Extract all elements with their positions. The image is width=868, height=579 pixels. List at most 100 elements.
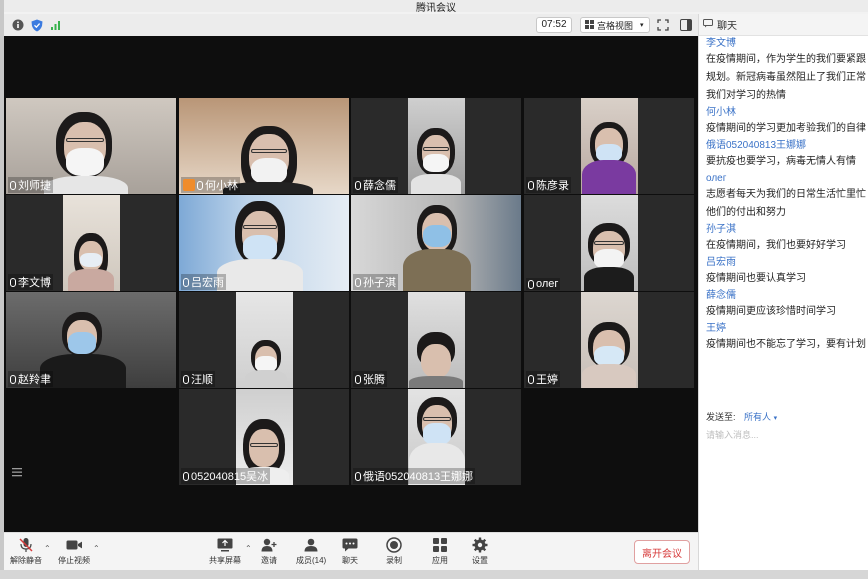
participant-label: 俄语052040813王娜娜 bbox=[353, 468, 476, 484]
participant-name: 李文博 bbox=[18, 277, 51, 289]
video-tile[interactable]: 王婷 bbox=[524, 292, 694, 388]
sender-name[interactable]: 孙子淇 bbox=[706, 222, 868, 237]
chat-button[interactable]: 聊天 bbox=[342, 537, 358, 566]
title-bar: 腾讯会议 bbox=[4, 0, 868, 14]
chevron-up-icon[interactable]: ⌃ bbox=[245, 544, 252, 553]
mic-icon bbox=[10, 277, 16, 287]
unmute-button[interactable]: 解除静音 bbox=[10, 537, 42, 566]
user-icon bbox=[303, 537, 319, 553]
signal-icon[interactable] bbox=[49, 18, 63, 32]
invite-label: 邀请 bbox=[261, 556, 277, 565]
message-text: 在疫情期间，我们也要好好学习 bbox=[706, 240, 846, 251]
recipient-dropdown[interactable]: 所有人 ▾ bbox=[744, 412, 777, 422]
share-screen-icon bbox=[217, 537, 233, 553]
chevron-up-icon[interactable]: ⌃ bbox=[93, 544, 100, 553]
invite-button[interactable]: 邀请 bbox=[261, 537, 277, 566]
video-tile[interactable]: 孙子淇 bbox=[351, 195, 521, 291]
participant-label: 张腾 bbox=[353, 371, 387, 387]
message-text: 规划。新冠病毒虽然阻止了我们正常 bbox=[706, 72, 866, 83]
desktop-bottom-edge bbox=[0, 570, 868, 579]
mic-muted-icon bbox=[18, 537, 34, 553]
video-tile[interactable]: 赵羚聿 bbox=[6, 292, 176, 388]
participant-name: 陈彦录 bbox=[536, 180, 569, 192]
message-text: 疫情期间也不能忘了学习，要有计划 bbox=[706, 339, 866, 350]
video-tile[interactable]: 李文博 bbox=[6, 195, 176, 291]
message-text: 疫情期间的学习更加考验我们的自律 bbox=[706, 123, 866, 134]
participant-label: 陈彦录 bbox=[526, 177, 571, 193]
mic-icon bbox=[183, 374, 189, 384]
video-tile[interactable]: 薛念儒 bbox=[351, 98, 521, 194]
record-icon bbox=[386, 537, 402, 553]
chat-message: 吕宏雨 疫情期间也要认真学习 bbox=[706, 255, 868, 288]
participant-label: 孙子淇 bbox=[353, 274, 398, 290]
video-tile[interactable]: 刘师捷 bbox=[6, 98, 176, 194]
video-tile[interactable]: олег bbox=[524, 195, 694, 291]
settings-button[interactable]: 设置 bbox=[472, 537, 488, 566]
participant-label: 汪顺 bbox=[181, 371, 215, 387]
participant-label: 王婷 bbox=[526, 371, 560, 387]
message-text: 在疫情期间，作为学生的我们要紧跟 bbox=[706, 54, 866, 65]
sender-name[interactable]: 何小林 bbox=[706, 105, 868, 120]
mic-icon bbox=[355, 374, 361, 384]
meeting-toolbar: 解除静音 ⌃ 停止视频 ⌃ 共享屏幕 ⌃ 邀请 成员(14) 聊天 录制 应用 … bbox=[4, 532, 698, 570]
participant-name: 王婷 bbox=[536, 374, 558, 386]
fullscreen-icon[interactable] bbox=[656, 18, 670, 32]
window-title: 腾讯会议 bbox=[416, 3, 456, 14]
view-mode-dropdown[interactable]: 宫格视图 ▾ bbox=[580, 17, 650, 33]
participant-name: 何小林 bbox=[205, 180, 238, 192]
sender-name[interactable]: 薛念儒 bbox=[706, 288, 868, 303]
share-screen-button[interactable]: 共享屏幕 bbox=[209, 537, 241, 566]
list-icon[interactable] bbox=[12, 464, 22, 477]
participant-name: 赵羚聿 bbox=[18, 374, 51, 386]
chat-icon bbox=[703, 18, 713, 31]
unmute-label: 解除静音 bbox=[10, 556, 42, 565]
participant-label: 何小林 bbox=[181, 177, 240, 193]
mic-icon bbox=[355, 277, 361, 287]
participant-name: 吕宏雨 bbox=[191, 277, 224, 289]
video-tile[interactable]: 吕宏雨 bbox=[179, 195, 349, 291]
view-mode-label: 宫格视图 bbox=[597, 20, 634, 31]
sender-name[interactable]: 吕宏雨 bbox=[706, 255, 868, 270]
chat-message: 李文博 在疫情期间，作为学生的我们要紧跟 规划。新冠病毒虽然阻止了我们正常 我们… bbox=[706, 36, 868, 105]
record-label: 录制 bbox=[386, 556, 402, 565]
chat-label: 聊天 bbox=[342, 556, 358, 565]
add-user-icon bbox=[261, 537, 277, 553]
video-tile[interactable]: 052040815吴冰 bbox=[179, 389, 349, 485]
sender-name[interactable]: олег bbox=[706, 171, 868, 186]
stop-video-label: 停止视频 bbox=[58, 556, 90, 565]
video-tile[interactable]: 陈彦录 bbox=[524, 98, 694, 194]
chat-message: 王婷 疫情期间也不能忘了学习，要有计划 bbox=[706, 321, 868, 354]
chat-panel: 聊天 李文博 在疫情期间，作为学生的我们要紧跟 规划。新冠病毒虽然阻止了我们正常… bbox=[698, 14, 868, 579]
mic-icon bbox=[528, 374, 534, 384]
members-label: 成员(14) bbox=[296, 556, 327, 565]
info-icon[interactable] bbox=[11, 18, 25, 32]
video-tile[interactable]: 张腾 bbox=[351, 292, 521, 388]
message-text: 志愿者每天为我们的日常生活忙里忙 bbox=[706, 189, 866, 200]
mic-icon bbox=[10, 374, 16, 384]
mic-icon bbox=[528, 180, 534, 190]
chat-header: 聊天 bbox=[699, 14, 868, 36]
shield-icon[interactable] bbox=[30, 18, 44, 32]
members-button[interactable]: 成员(14) bbox=[296, 537, 326, 566]
host-badge-icon bbox=[183, 179, 195, 191]
video-tile[interactable]: 俄语052040813王娜娜 bbox=[351, 389, 521, 485]
participant-name: 汪顺 bbox=[191, 374, 213, 386]
participant-label: 赵羚聿 bbox=[8, 371, 53, 387]
stop-video-button[interactable]: 停止视频 bbox=[58, 537, 90, 566]
record-button[interactable]: 录制 bbox=[386, 537, 402, 566]
sidebar-toggle-icon[interactable] bbox=[679, 18, 693, 32]
sender-name[interactable]: 俄语052040813王娜娜 bbox=[706, 138, 868, 153]
chat-message: 孙子淇 在疫情期间，我们也要好好学习 bbox=[706, 222, 868, 255]
sender-name[interactable]: 李文博 bbox=[706, 36, 868, 51]
sender-name[interactable]: 王婷 bbox=[706, 321, 868, 336]
chat-input[interactable]: 请输入消息... bbox=[706, 428, 759, 441]
apps-button[interactable]: 应用 bbox=[432, 537, 448, 566]
video-tile[interactable]: 何小林 bbox=[179, 98, 349, 194]
mic-icon bbox=[355, 471, 361, 481]
message-text: 疫情期间也要认真学习 bbox=[706, 273, 806, 284]
chevron-up-icon[interactable]: ⌃ bbox=[44, 544, 51, 553]
video-tile[interactable]: 汪顺 bbox=[179, 292, 349, 388]
participant-name: 孙子淇 bbox=[363, 277, 396, 289]
share-screen-label: 共享屏幕 bbox=[209, 556, 241, 565]
leave-meeting-button[interactable]: 离开会议 bbox=[634, 540, 690, 564]
